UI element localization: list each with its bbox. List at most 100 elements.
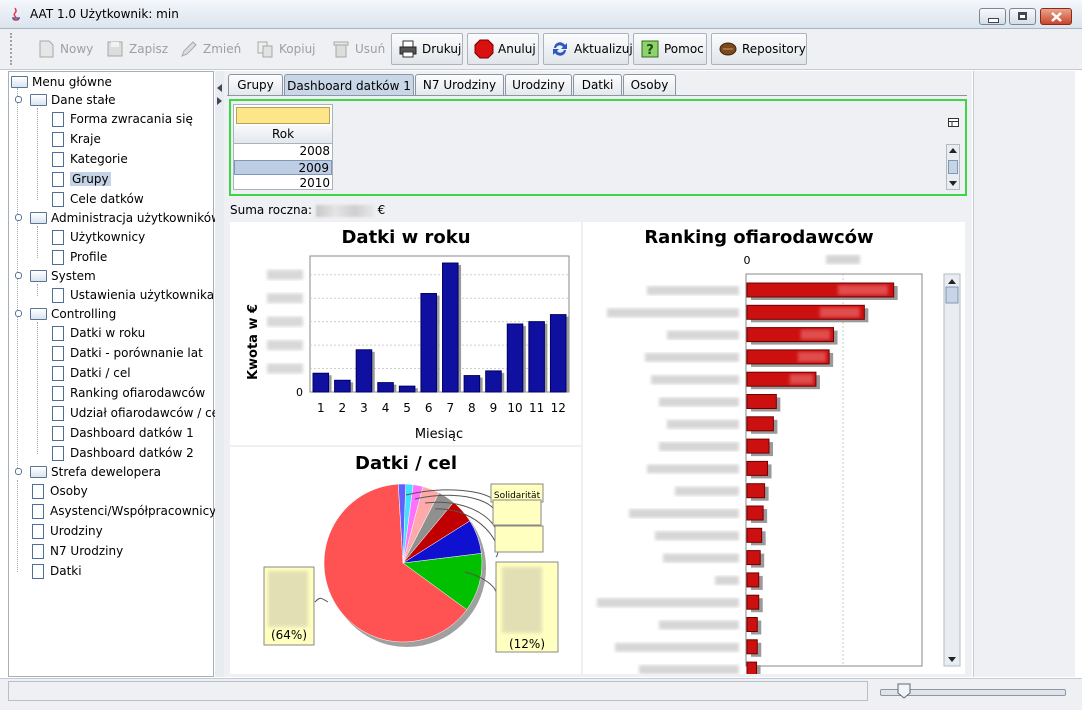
- tab-urodziny[interactable]: Urodziny: [505, 74, 572, 95]
- year-column-header[interactable]: Rok: [234, 126, 332, 144]
- tree-item-profile[interactable]: Profile: [52, 248, 107, 266]
- tree-item-datki[interactable]: Datki: [32, 562, 82, 580]
- tree-item-asystenci[interactable]: Asystenci/Współpracownicy: [32, 502, 216, 520]
- tab-n7-urodziny[interactable]: N7 Urodziny: [415, 74, 504, 95]
- tree-item-label: Asystenci/Współpracownicy: [50, 504, 217, 518]
- tree-group-label: Controlling: [51, 307, 117, 321]
- tree-item-dashboard-1[interactable]: Dashboard datków 1: [52, 424, 194, 442]
- repository-label: Repository: [742, 42, 806, 56]
- zoom-slider-thumb[interactable]: [897, 683, 911, 699]
- tree-group-controlling[interactable]: Controlling: [30, 305, 116, 323]
- chart-title: Ranking ofiarodawców: [644, 227, 873, 248]
- tree-item-cele[interactable]: Cele datków: [52, 190, 144, 208]
- tree-group-label: Strefa dewelopera: [51, 465, 161, 479]
- tree-group-system[interactable]: System: [30, 267, 96, 285]
- tree-item-dashboard-2[interactable]: Dashboard datków 2: [52, 444, 194, 462]
- bar: [746, 594, 760, 610]
- expand-handle-icon[interactable]: [15, 310, 22, 317]
- new-button[interactable]: Nowy: [29, 33, 93, 65]
- bar: [746, 416, 774, 432]
- redacted-y-tick: [267, 269, 303, 280]
- repository-button[interactable]: Repository: [711, 33, 807, 65]
- refresh-label: Aktualizuj: [574, 42, 633, 56]
- tree-item-udzial[interactable]: Udział ofiarodawców / cel: [52, 404, 222, 422]
- tree-item-datki-w-roku[interactable]: Datki w roku: [52, 324, 145, 342]
- tab-dashboard-1[interactable]: Dashboard datków 1: [284, 74, 414, 96]
- copy-button[interactable]: Kopiuj: [248, 33, 318, 65]
- tree-group-label: System: [51, 269, 96, 283]
- edit-button[interactable]: Zmień: [172, 33, 242, 65]
- save-button[interactable]: Zapisz: [98, 33, 169, 65]
- document-icon: [52, 131, 64, 147]
- ranking-scrollbar[interactable]: [943, 273, 961, 667]
- right-panel: [973, 71, 1075, 677]
- expand-handle-icon[interactable]: [15, 468, 22, 475]
- tree-item-datki-cel[interactable]: Datki / cel: [52, 364, 131, 382]
- pie-chart-svg: Datki / cel (64%) Solidarität (12%): [263, 453, 559, 653]
- print-button[interactable]: Drukuj: [391, 33, 463, 65]
- redacted-y-tick: [267, 340, 303, 351]
- tree-item-n7-urodziny[interactable]: N7 Urodziny: [32, 542, 123, 560]
- toolbar-grip[interactable]: [10, 33, 16, 65]
- document-icon: [32, 563, 44, 579]
- expand-handle-icon[interactable]: [15, 96, 22, 103]
- tree-item-ustawienia[interactable]: Ustawienia użytkownika: [52, 286, 214, 304]
- bar: [355, 349, 373, 393]
- tree-item-kraje[interactable]: Kraje: [52, 130, 101, 148]
- tab-osoby[interactable]: Osoby: [623, 74, 676, 95]
- cancel-button[interactable]: Anuluj: [467, 33, 539, 65]
- bar: [549, 314, 567, 393]
- tab-datki[interactable]: Datki: [573, 74, 622, 95]
- delete-button[interactable]: Usuń: [324, 33, 386, 65]
- refresh-button[interactable]: Aktualizuj: [543, 33, 633, 65]
- scroll-thumb[interactable]: [948, 160, 958, 174]
- save-label: Zapisz: [129, 42, 169, 56]
- minimize-button[interactable]: [979, 8, 1006, 25]
- split-pane-divider[interactable]: [215, 71, 224, 677]
- table-row[interactable]: 2008: [234, 144, 332, 159]
- currency-symbol: €: [377, 203, 386, 217]
- column-control-icon[interactable]: [948, 118, 959, 128]
- tree-root[interactable]: Menu główne: [11, 73, 112, 91]
- redacted-donor-name: [647, 464, 739, 474]
- tree-item-forma[interactable]: Forma zwracania się: [52, 110, 193, 128]
- bar: [746, 483, 766, 499]
- redacted-donor-name: [655, 531, 739, 541]
- donor-ranking-chart: Ranking ofiarodawców 0: [583, 222, 965, 680]
- redacted-donor-name: [659, 620, 739, 630]
- year-filter-input[interactable]: [236, 107, 330, 124]
- stop-icon: [474, 39, 494, 59]
- scroll-thumb[interactable]: [945, 286, 959, 304]
- tree-group-dane-stale[interactable]: Dane stałe: [30, 91, 116, 109]
- year-scrollbar[interactable]: [946, 144, 960, 190]
- close-button[interactable]: [1040, 8, 1072, 25]
- scroll-down-icon[interactable]: [949, 181, 957, 186]
- redacted-bar-label: [837, 285, 888, 295]
- x-tick-label: 9: [490, 401, 498, 415]
- maximize-button[interactable]: [1009, 8, 1036, 25]
- bar: [746, 394, 777, 409]
- document-icon: [32, 543, 44, 559]
- table-row[interactable]: 2010: [234, 176, 332, 191]
- tab-grupy[interactable]: Grupy: [228, 74, 283, 95]
- document-icon: [52, 287, 64, 303]
- tree-item-kategorie[interactable]: Kategorie: [52, 150, 128, 168]
- expand-handle-icon[interactable]: [15, 214, 22, 221]
- help-button[interactable]: ? Pomoc: [633, 33, 707, 65]
- collapse-arrows-icon[interactable]: [216, 83, 223, 107]
- tree-group-strefa[interactable]: Strefa dewelopera: [30, 463, 161, 481]
- scroll-up-icon[interactable]: [949, 148, 957, 153]
- table-row[interactable]: 2009: [234, 160, 332, 175]
- redacted-amount: [315, 204, 374, 217]
- tree-group-administracja[interactable]: Administracja użytkowników: [30, 209, 221, 227]
- tree-connector: [37, 226, 38, 258]
- tree-item-osoby[interactable]: Osoby: [32, 482, 88, 500]
- expand-handle-icon[interactable]: [15, 272, 22, 279]
- tree-item-uzytkownicy[interactable]: Użytkownicy: [52, 228, 145, 246]
- tree-item-ranking[interactable]: Ranking ofiarodawców: [52, 384, 205, 402]
- tree-item-urodziny[interactable]: Urodziny: [32, 522, 103, 540]
- label-callout: [492, 499, 542, 526]
- tree-item-porownanie[interactable]: Datki - porównanie lat: [52, 344, 203, 362]
- folder-icon: [30, 466, 47, 478]
- tree-item-grupy[interactable]: Grupy: [52, 170, 111, 188]
